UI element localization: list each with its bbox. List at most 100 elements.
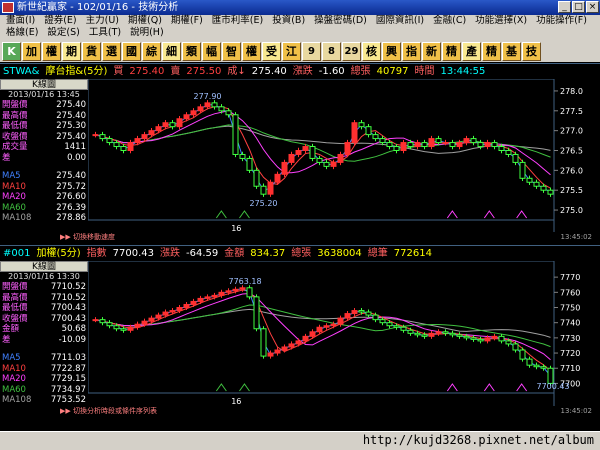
candle — [372, 134, 379, 140]
candle — [309, 331, 316, 337]
toolbar-button[interactable]: 綜 — [142, 41, 161, 61]
signal-marker — [516, 210, 528, 219]
toolbar-button[interactable]: 基 — [502, 41, 521, 61]
toolbar-button[interactable]: 細 — [162, 41, 181, 61]
menu-item[interactable]: 金融(C) — [433, 15, 466, 27]
candle — [225, 290, 232, 293]
ma-line-ma20 — [95, 292, 551, 361]
bar-datetime: 2013/01/16 13:45 — [8, 90, 80, 99]
candle — [379, 319, 386, 324]
price-chart[interactable]: 278.0 277.5 277.0 276.5 276.0 275.5 275.0 277.9… — [88, 79, 600, 234]
menu-item[interactable]: 格線(E) — [6, 27, 38, 39]
toolbar-button[interactable]: 權 — [242, 41, 261, 61]
candle — [351, 310, 358, 315]
toolbar-button[interactable]: 智 — [222, 41, 241, 61]
time-value: 13:44:55 — [440, 66, 486, 77]
info-label: 最高價 — [2, 110, 28, 121]
toolbar-button[interactable]: 江 — [282, 41, 301, 61]
menu-item[interactable]: 國際資訊(I) — [376, 15, 424, 27]
close-button[interactable]: × — [586, 1, 599, 13]
toolbar-button[interactable]: K — [2, 41, 21, 61]
menu-item[interactable]: 功能操作(F) — [536, 15, 587, 27]
minimize-button[interactable]: _ — [558, 1, 571, 13]
menu-item[interactable]: 功能選擇(X) — [475, 15, 527, 27]
index-value: 7700.43 — [112, 248, 154, 259]
menu-item[interactable]: 投資(B) — [272, 15, 305, 27]
menu-item[interactable]: 工具(T) — [89, 27, 121, 39]
index-label: 指數 — [86, 248, 107, 259]
candle — [232, 114, 239, 155]
info-row: 最低價 275.30 — [0, 121, 88, 132]
toolbar-button[interactable]: 幅 — [202, 41, 221, 61]
menu-item[interactable]: 主力(U) — [86, 15, 119, 27]
candle — [386, 322, 393, 327]
y-tick-label: 276.0 — [560, 166, 583, 175]
signal-marker — [239, 383, 250, 392]
change-value: -64.59 — [186, 248, 219, 259]
maximize-button[interactable]: □ — [572, 1, 585, 13]
toolbar-button[interactable]: 類 — [182, 41, 201, 61]
toolbar-button[interactable]: 國 — [122, 41, 141, 61]
menu-item[interactable]: 期權(F) — [171, 15, 203, 27]
toolbar-button[interactable]: 期 — [62, 41, 81, 61]
candle — [253, 169, 260, 187]
toolbar-button[interactable]: 29 — [342, 41, 361, 61]
menu-item[interactable]: 匯市利率(E) — [212, 15, 263, 27]
candle — [442, 142, 449, 145]
deal-label: 成↓ — [227, 66, 246, 77]
toolbar-button[interactable]: 技 — [522, 41, 541, 61]
toolbar-button[interactable]: 8 — [322, 41, 341, 61]
candle — [148, 317, 155, 322]
toolbar-button[interactable]: 貨 — [82, 41, 101, 61]
candle — [288, 153, 295, 163]
low-label: 7700.43 — [537, 382, 570, 391]
footer-time: 13:45:02 — [560, 407, 592, 415]
y-tick-label: 7760 — [560, 288, 580, 297]
time-label: 時間 — [414, 66, 435, 77]
menu-item[interactable]: 證券(E) — [44, 15, 76, 27]
candle — [337, 317, 344, 325]
candle — [400, 326, 407, 331]
ma-rows: MA5 275.40 MA10 275.72 MA20 276.60 MA60 276.39 M… — [0, 171, 88, 224]
candle — [92, 134, 99, 137]
candle — [547, 189, 554, 195]
candle — [365, 311, 372, 316]
symbol-name: 加權(5分) — [36, 248, 81, 259]
candle — [316, 157, 323, 163]
toolbar-button[interactable]: 精 — [442, 41, 461, 61]
price-chart[interactable]: 777077607750774077307720771077007763.187… — [88, 261, 600, 407]
ma-row: MA5 7711.03 — [0, 353, 88, 364]
toolbar-button[interactable]: 新 — [422, 41, 441, 61]
candle — [484, 142, 491, 148]
candle — [386, 142, 393, 148]
ma-row: MA5 275.40 — [0, 171, 88, 182]
candle — [288, 343, 295, 348]
menu-item[interactable]: 操盤密碼(D) — [314, 15, 367, 27]
menu-item[interactable]: 期權(Q) — [128, 15, 162, 27]
toolbar-button[interactable]: 加 — [22, 41, 41, 61]
candle — [155, 126, 162, 132]
toolbar-button[interactable]: 選 — [102, 41, 121, 61]
info-row: 收盤價 7700.43 — [0, 314, 88, 325]
candle — [302, 146, 309, 151]
candle — [281, 346, 288, 351]
toolbar-button[interactable]: 產 — [462, 41, 481, 61]
toolbar-button[interactable]: 9 — [302, 41, 321, 61]
toolbar-button[interactable]: 核 — [362, 41, 381, 61]
menu-item[interactable]: 畫面(I) — [6, 15, 35, 27]
toolbar-button[interactable]: 指 — [402, 41, 421, 61]
toolbar-button[interactable]: 興 — [382, 41, 401, 61]
toolbar-button[interactable]: 精 — [482, 41, 501, 61]
y-tick-label: 275.0 — [560, 206, 583, 215]
candle — [519, 161, 526, 179]
candle — [449, 332, 456, 336]
ma-line-ma5 — [95, 104, 551, 193]
toolbar-button[interactable]: 受 — [262, 41, 281, 61]
menu-item[interactable]: 設定(S) — [47, 27, 79, 39]
ma-label: MA5 — [2, 171, 21, 181]
ma-label: MA108 — [2, 213, 32, 223]
toolbar-button[interactable]: 權 — [42, 41, 61, 61]
ma-row: MA20 276.60 — [0, 192, 88, 203]
menu-item[interactable]: 說明(H) — [130, 27, 164, 39]
low-label: 275.20 — [250, 199, 278, 208]
